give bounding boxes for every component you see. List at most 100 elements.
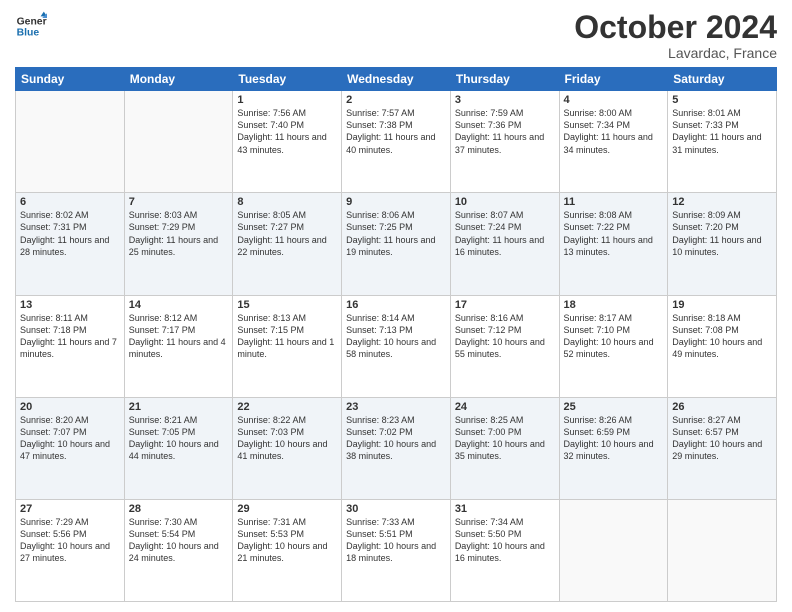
day-number: 20 <box>20 401 120 413</box>
calendar-cell: 10Sunrise: 8:07 AM Sunset: 7:24 PM Dayli… <box>450 193 559 295</box>
day-number: 18 <box>564 299 664 311</box>
day-info: Sunrise: 7:57 AM Sunset: 7:38 PM Dayligh… <box>346 107 446 156</box>
day-info: Sunrise: 8:03 AM Sunset: 7:29 PM Dayligh… <box>129 209 229 258</box>
day-info: Sunrise: 7:59 AM Sunset: 7:36 PM Dayligh… <box>455 107 555 156</box>
day-info: Sunrise: 8:17 AM Sunset: 7:10 PM Dayligh… <box>564 312 664 361</box>
calendar-cell: 16Sunrise: 8:14 AM Sunset: 7:13 PM Dayli… <box>342 295 451 397</box>
day-info: Sunrise: 8:05 AM Sunset: 7:27 PM Dayligh… <box>237 209 337 258</box>
calendar-week-1: 1Sunrise: 7:56 AM Sunset: 7:40 PM Daylig… <box>16 91 777 193</box>
day-number: 27 <box>20 503 120 515</box>
calendar-cell: 18Sunrise: 8:17 AM Sunset: 7:10 PM Dayli… <box>559 295 668 397</box>
calendar-week-5: 27Sunrise: 7:29 AM Sunset: 5:56 PM Dayli… <box>16 499 777 601</box>
calendar-cell: 30Sunrise: 7:33 AM Sunset: 5:51 PM Dayli… <box>342 499 451 601</box>
day-number: 25 <box>564 401 664 413</box>
calendar-cell: 23Sunrise: 8:23 AM Sunset: 7:02 PM Dayli… <box>342 397 451 499</box>
day-number: 16 <box>346 299 446 311</box>
calendar-cell: 20Sunrise: 8:20 AM Sunset: 7:07 PM Dayli… <box>16 397 125 499</box>
day-number: 1 <box>237 94 337 106</box>
day-info: Sunrise: 8:23 AM Sunset: 7:02 PM Dayligh… <box>346 414 446 463</box>
day-info: Sunrise: 7:33 AM Sunset: 5:51 PM Dayligh… <box>346 516 446 565</box>
calendar-cell <box>668 499 777 601</box>
day-number: 29 <box>237 503 337 515</box>
calendar-cell: 14Sunrise: 8:12 AM Sunset: 7:17 PM Dayli… <box>124 295 233 397</box>
day-info: Sunrise: 8:26 AM Sunset: 6:59 PM Dayligh… <box>564 414 664 463</box>
day-number: 2 <box>346 94 446 106</box>
day-number: 10 <box>455 196 555 208</box>
day-header-thursday: Thursday <box>450 68 559 91</box>
day-info: Sunrise: 8:16 AM Sunset: 7:12 PM Dayligh… <box>455 312 555 361</box>
svg-text:Blue: Blue <box>17 28 40 39</box>
day-number: 28 <box>129 503 229 515</box>
calendar-cell: 6Sunrise: 8:02 AM Sunset: 7:31 PM Daylig… <box>16 193 125 295</box>
day-number: 14 <box>129 299 229 311</box>
day-info: Sunrise: 7:29 AM Sunset: 5:56 PM Dayligh… <box>20 516 120 565</box>
calendar-cell: 2Sunrise: 7:57 AM Sunset: 7:38 PM Daylig… <box>342 91 451 193</box>
calendar-cell <box>16 91 125 193</box>
calendar-cell <box>559 499 668 601</box>
calendar-cell: 28Sunrise: 7:30 AM Sunset: 5:54 PM Dayli… <box>124 499 233 601</box>
calendar-cell: 19Sunrise: 8:18 AM Sunset: 7:08 PM Dayli… <box>668 295 777 397</box>
calendar-cell: 29Sunrise: 7:31 AM Sunset: 5:53 PM Dayli… <box>233 499 342 601</box>
day-info: Sunrise: 8:14 AM Sunset: 7:13 PM Dayligh… <box>346 312 446 361</box>
page: General Blue October 2024 Lavardac, Fran… <box>0 0 792 612</box>
calendar-cell: 12Sunrise: 8:09 AM Sunset: 7:20 PM Dayli… <box>668 193 777 295</box>
day-header-tuesday: Tuesday <box>233 68 342 91</box>
calendar-table: SundayMondayTuesdayWednesdayThursdayFrid… <box>15 67 777 602</box>
day-info: Sunrise: 8:00 AM Sunset: 7:34 PM Dayligh… <box>564 107 664 156</box>
calendar-week-3: 13Sunrise: 8:11 AM Sunset: 7:18 PM Dayli… <box>16 295 777 397</box>
day-number: 26 <box>672 401 772 413</box>
calendar-header-row: SundayMondayTuesdayWednesdayThursdayFrid… <box>16 68 777 91</box>
logo: General Blue <box>15 10 47 42</box>
day-header-wednesday: Wednesday <box>342 68 451 91</box>
day-info: Sunrise: 8:25 AM Sunset: 7:00 PM Dayligh… <box>455 414 555 463</box>
day-info: Sunrise: 7:31 AM Sunset: 5:53 PM Dayligh… <box>237 516 337 565</box>
calendar-cell <box>124 91 233 193</box>
calendar-week-4: 20Sunrise: 8:20 AM Sunset: 7:07 PM Dayli… <box>16 397 777 499</box>
day-info: Sunrise: 8:11 AM Sunset: 7:18 PM Dayligh… <box>20 312 120 361</box>
day-header-sunday: Sunday <box>16 68 125 91</box>
header: General Blue October 2024 Lavardac, Fran… <box>15 10 777 61</box>
day-number: 3 <box>455 94 555 106</box>
calendar-cell: 13Sunrise: 8:11 AM Sunset: 7:18 PM Dayli… <box>16 295 125 397</box>
day-info: Sunrise: 8:06 AM Sunset: 7:25 PM Dayligh… <box>346 209 446 258</box>
day-number: 15 <box>237 299 337 311</box>
day-header-saturday: Saturday <box>668 68 777 91</box>
day-info: Sunrise: 8:01 AM Sunset: 7:33 PM Dayligh… <box>672 107 772 156</box>
day-number: 17 <box>455 299 555 311</box>
calendar-cell: 4Sunrise: 8:00 AM Sunset: 7:34 PM Daylig… <box>559 91 668 193</box>
day-number: 5 <box>672 94 772 106</box>
calendar-cell: 5Sunrise: 8:01 AM Sunset: 7:33 PM Daylig… <box>668 91 777 193</box>
day-number: 22 <box>237 401 337 413</box>
day-info: Sunrise: 8:02 AM Sunset: 7:31 PM Dayligh… <box>20 209 120 258</box>
calendar-cell: 1Sunrise: 7:56 AM Sunset: 7:40 PM Daylig… <box>233 91 342 193</box>
day-info: Sunrise: 8:07 AM Sunset: 7:24 PM Dayligh… <box>455 209 555 258</box>
calendar-cell: 9Sunrise: 8:06 AM Sunset: 7:25 PM Daylig… <box>342 193 451 295</box>
day-info: Sunrise: 8:21 AM Sunset: 7:05 PM Dayligh… <box>129 414 229 463</box>
day-info: Sunrise: 8:08 AM Sunset: 7:22 PM Dayligh… <box>564 209 664 258</box>
day-info: Sunrise: 8:13 AM Sunset: 7:15 PM Dayligh… <box>237 312 337 361</box>
day-number: 23 <box>346 401 446 413</box>
day-number: 13 <box>20 299 120 311</box>
day-number: 7 <box>129 196 229 208</box>
day-number: 12 <box>672 196 772 208</box>
day-info: Sunrise: 8:12 AM Sunset: 7:17 PM Dayligh… <box>129 312 229 361</box>
location: Lavardac, France <box>574 45 777 61</box>
calendar-cell: 24Sunrise: 8:25 AM Sunset: 7:00 PM Dayli… <box>450 397 559 499</box>
day-number: 8 <box>237 196 337 208</box>
day-info: Sunrise: 7:30 AM Sunset: 5:54 PM Dayligh… <box>129 516 229 565</box>
day-info: Sunrise: 8:27 AM Sunset: 6:57 PM Dayligh… <box>672 414 772 463</box>
day-info: Sunrise: 8:22 AM Sunset: 7:03 PM Dayligh… <box>237 414 337 463</box>
title-block: October 2024 Lavardac, France <box>574 10 777 61</box>
day-number: 19 <box>672 299 772 311</box>
calendar-cell: 27Sunrise: 7:29 AM Sunset: 5:56 PM Dayli… <box>16 499 125 601</box>
day-number: 6 <box>20 196 120 208</box>
day-info: Sunrise: 8:09 AM Sunset: 7:20 PM Dayligh… <box>672 209 772 258</box>
calendar-cell: 7Sunrise: 8:03 AM Sunset: 7:29 PM Daylig… <box>124 193 233 295</box>
calendar-cell: 31Sunrise: 7:34 AM Sunset: 5:50 PM Dayli… <box>450 499 559 601</box>
calendar-cell: 11Sunrise: 8:08 AM Sunset: 7:22 PM Dayli… <box>559 193 668 295</box>
day-number: 24 <box>455 401 555 413</box>
calendar-cell: 15Sunrise: 8:13 AM Sunset: 7:15 PM Dayli… <box>233 295 342 397</box>
day-header-monday: Monday <box>124 68 233 91</box>
day-number: 9 <box>346 196 446 208</box>
calendar-week-2: 6Sunrise: 8:02 AM Sunset: 7:31 PM Daylig… <box>16 193 777 295</box>
